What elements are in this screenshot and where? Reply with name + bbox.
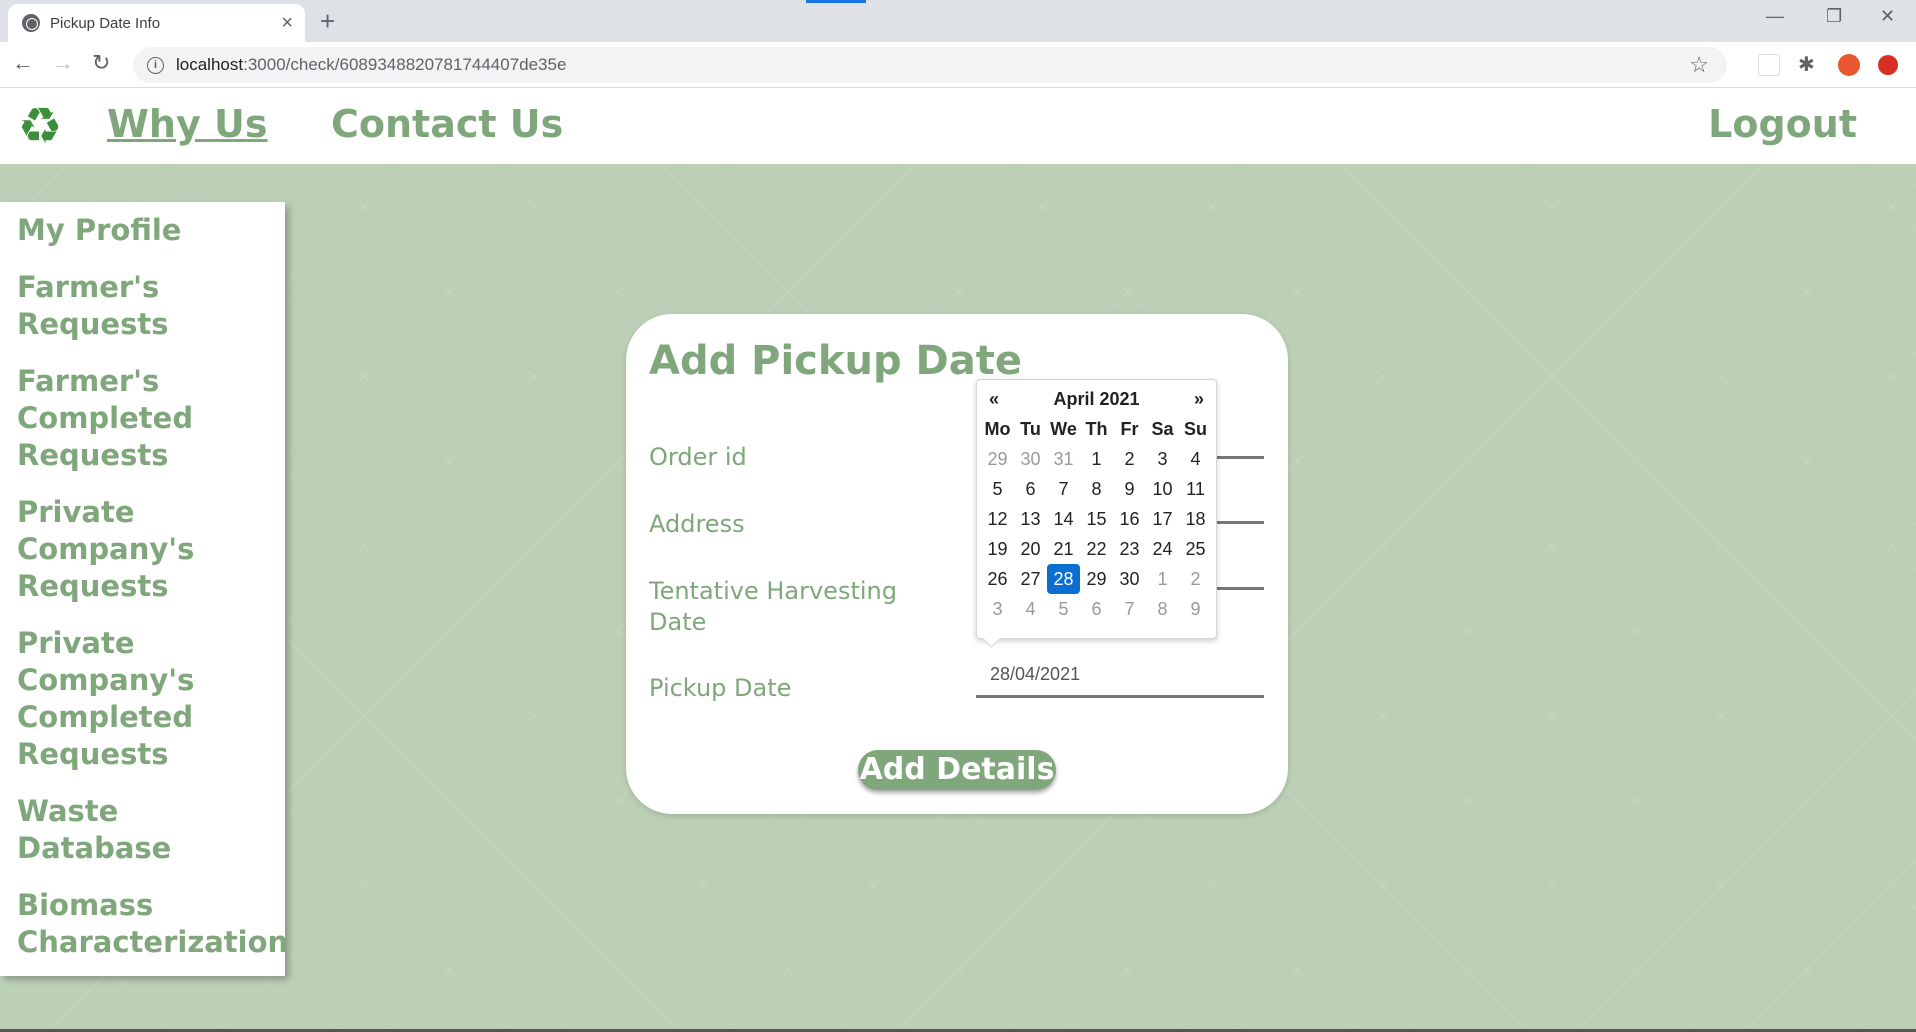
recycle-logo-icon[interactable]: ♻ — [14, 100, 66, 152]
day-cell[interactable]: 2 — [1179, 564, 1212, 594]
nav-contact-us[interactable]: Contact Us — [331, 102, 563, 146]
day-cell[interactable]: 6 — [1080, 594, 1113, 624]
day-cell[interactable]: 1 — [1146, 564, 1179, 594]
day-cell[interactable]: 8 — [1080, 474, 1113, 504]
nav-why-us[interactable]: Why Us — [107, 102, 267, 146]
calendar-grid: Mo Tu We Th Fr Sa Su 29 30 31 1 2 3 4 5 … — [981, 414, 1212, 624]
forward-icon[interactable]: → — [52, 50, 74, 76]
day-cell[interactable]: 1 — [1080, 444, 1113, 474]
address-bar[interactable]: i localhost:3000/check/60893488207817444… — [133, 47, 1727, 83]
tab-strip-indicator — [806, 0, 866, 3]
day-cell[interactable]: 4 — [1014, 594, 1047, 624]
day-cell[interactable]: 25 — [1179, 534, 1212, 564]
day-cell[interactable]: 5 — [981, 474, 1014, 504]
extension-placeholder-icon[interactable] — [1758, 54, 1780, 76]
info-icon[interactable]: i — [147, 56, 164, 74]
weekday-header: Mo — [984, 418, 1011, 439]
day-cell[interactable]: 14 — [1047, 504, 1080, 534]
day-cell[interactable]: 4 — [1179, 444, 1212, 474]
sidebar-item-waste-database[interactable]: Waste Database — [17, 793, 197, 867]
profile-avatar-icon[interactable] — [1838, 54, 1860, 76]
add-details-button[interactable]: Add Details — [858, 750, 1056, 790]
day-cell[interactable]: 19 — [981, 534, 1014, 564]
weekday-header: Th — [1085, 418, 1108, 439]
sidebar-item-my-profile[interactable]: My Profile — [17, 212, 285, 249]
sidebar-item-private-company-requests[interactable]: Private Company's Requests — [17, 494, 197, 605]
day-cell[interactable]: 6 — [1014, 474, 1047, 504]
url-path: :3000/check/6089348820781744407de35e — [243, 55, 567, 74]
weekday-header: Tu — [1020, 418, 1041, 439]
weekday-header: Sa — [1151, 418, 1174, 439]
browser-tab[interactable]: Pickup Date Info × — [8, 4, 305, 42]
day-cell[interactable]: 30 — [1113, 564, 1146, 594]
day-cell[interactable]: 30 — [1014, 444, 1047, 474]
day-cell[interactable]: 15 — [1080, 504, 1113, 534]
datepicker-header: « April 2021 » — [981, 384, 1212, 414]
address-label: Address — [649, 510, 745, 538]
reload-icon[interactable]: ↻ — [92, 50, 110, 76]
order-id-label: Order id — [649, 443, 747, 471]
browser-toolbar: ← → ↻ i localhost:3000/check/60893488207… — [0, 42, 1916, 88]
pickup-date-label: Pickup Date — [649, 674, 792, 702]
back-icon[interactable]: ← — [12, 50, 34, 76]
day-cell[interactable]: 9 — [1179, 594, 1212, 624]
datepicker-popup: « April 2021 » Mo Tu We Th Fr Sa Su 29 3… — [976, 379, 1217, 639]
day-cell[interactable]: 23 — [1113, 534, 1146, 564]
day-cell[interactable]: 10 — [1146, 474, 1179, 504]
day-cell[interactable]: 18 — [1179, 504, 1212, 534]
day-cell[interactable]: 7 — [1047, 474, 1080, 504]
day-cell[interactable]: 8 — [1146, 594, 1179, 624]
sidebar-item-farmers-completed-requests[interactable]: Farmer's Completed Requests — [17, 363, 197, 474]
day-cell[interactable]: 12 — [981, 504, 1014, 534]
weekday-header: Fr — [1120, 418, 1139, 439]
day-cell[interactable]: 24 — [1146, 534, 1179, 564]
day-cell[interactable]: 16 — [1113, 504, 1146, 534]
day-cell[interactable]: 26 — [981, 564, 1014, 594]
day-cell[interactable]: 29 — [981, 444, 1014, 474]
sidebar-item-private-company-completed-requests[interactable]: Private Company's Completed Requests — [17, 625, 197, 773]
update-icon[interactable] — [1878, 55, 1898, 75]
minimize-icon[interactable]: — — [1766, 6, 1784, 27]
new-tab-icon[interactable]: + — [320, 6, 335, 37]
restore-icon[interactable]: ❐ — [1826, 6, 1842, 27]
tab-title: Pickup Date Info — [50, 14, 161, 32]
nav-logout[interactable]: Logout — [1708, 102, 1857, 146]
site-header: ♻ Why Us Contact Us Logout — [0, 88, 1916, 164]
card-title: Add Pickup Date — [649, 338, 1022, 384]
day-cell[interactable]: 3 — [1146, 444, 1179, 474]
day-cell[interactable]: 7 — [1113, 594, 1146, 624]
weekday-header: Su — [1183, 418, 1207, 439]
day-cell[interactable]: 21 — [1047, 534, 1080, 564]
day-cell[interactable]: 13 — [1014, 504, 1047, 534]
harvest-date-label: Tentative Harvesting Date — [649, 577, 897, 636]
globe-icon — [22, 14, 40, 32]
day-cell[interactable]: 17 — [1146, 504, 1179, 534]
day-cell[interactable]: 29 — [1080, 564, 1113, 594]
weekday-header: We — [1050, 418, 1077, 439]
close-window-icon[interactable]: ✕ — [1880, 6, 1895, 27]
prev-month-button[interactable]: « — [989, 389, 999, 410]
day-cell[interactable]: 27 — [1014, 564, 1047, 594]
pickup-date-input[interactable] — [976, 654, 1264, 698]
close-tab-icon[interactable]: × — [281, 12, 293, 35]
day-cell[interactable]: 11 — [1179, 474, 1212, 504]
day-cell[interactable]: 3 — [981, 594, 1014, 624]
day-cell[interactable]: 5 — [1047, 594, 1080, 624]
day-cell[interactable]: 9 — [1113, 474, 1146, 504]
browser-tab-bar: Pickup Date Info × + — ❐ ✕ — [0, 0, 1916, 42]
selected-day-cell[interactable]: 28 — [1047, 564, 1080, 594]
day-cell[interactable]: 31 — [1047, 444, 1080, 474]
day-cell[interactable]: 20 — [1014, 534, 1047, 564]
day-cell[interactable]: 2 — [1113, 444, 1146, 474]
next-month-button[interactable]: » — [1194, 389, 1204, 410]
sidebar-item-biomass-characterization[interactable]: Biomass Characterization — [17, 887, 288, 961]
sidebar: My Profile Farmer's Requests Farmer's Co… — [0, 202, 288, 976]
bookmark-star-icon[interactable]: ☆ — [1689, 52, 1709, 78]
day-cell[interactable]: 22 — [1080, 534, 1113, 564]
url-host: localhost — [176, 55, 244, 74]
puzzle-extensions-icon[interactable]: ✱ — [1798, 54, 1820, 76]
sidebar-item-farmers-requests[interactable]: Farmer's Requests — [17, 269, 197, 343]
month-year-label[interactable]: April 2021 — [1053, 389, 1139, 410]
